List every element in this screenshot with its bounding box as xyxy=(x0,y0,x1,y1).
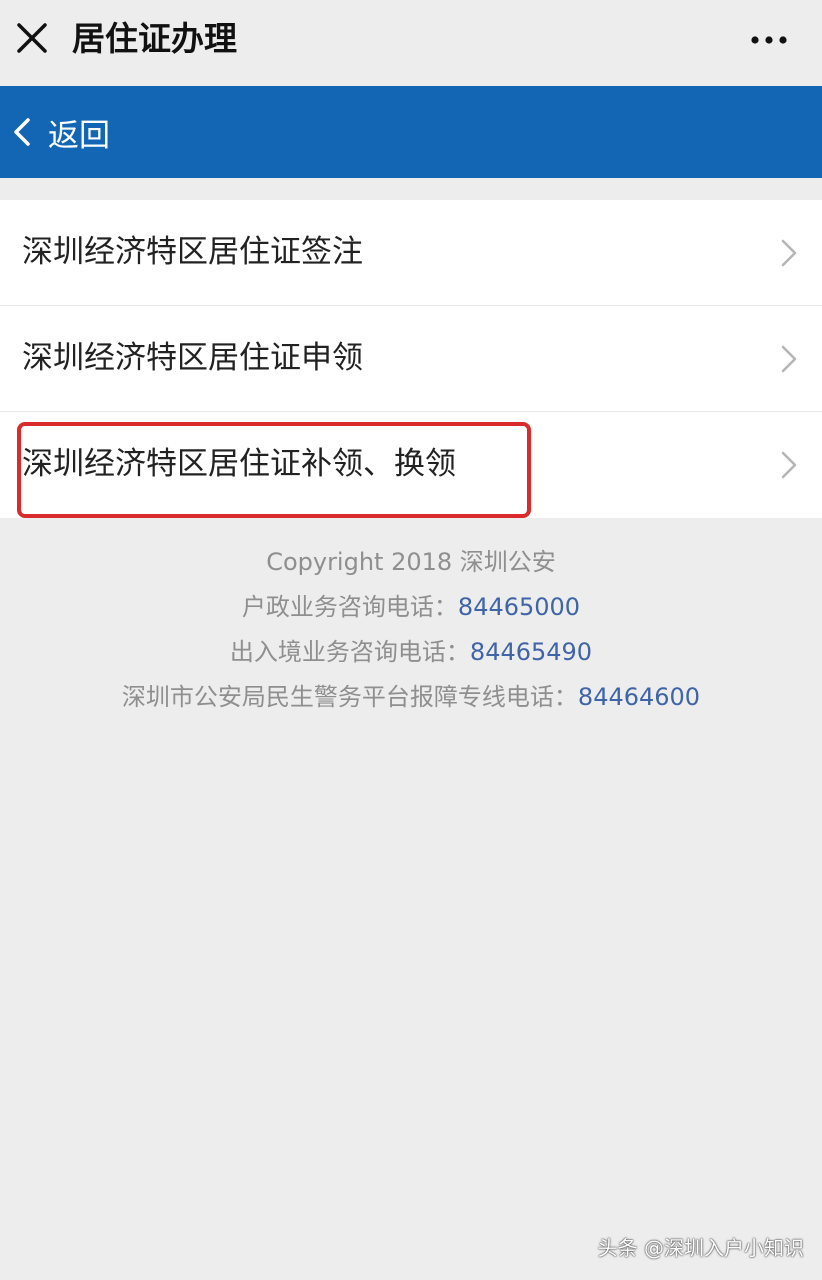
menu-item-application[interactable]: 深圳经济特区居住证申领 xyxy=(0,306,822,412)
nav-bar: 返回 xyxy=(0,86,822,178)
household-phone-label: 户政业务咨询电话： xyxy=(241,593,458,621)
menu-list: 深圳经济特区居住证签注 深圳经济特区居住证申领 深圳经济特区居住证补领、换领 xyxy=(0,200,822,518)
menu-item-label: 深圳经济特区居住证补领、换领 xyxy=(22,446,456,482)
page-title: 居住证办理 xyxy=(72,19,237,58)
support-phone-label: 深圳市公安局民生警务平台报障专线电话： xyxy=(121,683,578,711)
more-icon xyxy=(751,36,787,44)
exit-entry-phone-line: 出入境业务咨询电话：84465490 xyxy=(0,630,822,675)
chevron-right-icon xyxy=(778,450,800,480)
back-label: 返回 xyxy=(48,117,110,154)
household-phone-line: 户政业务咨询电话：84465000 xyxy=(0,585,822,630)
household-phone-link[interactable]: 84465000 xyxy=(458,593,580,621)
exit-entry-phone-label: 出入境业务咨询电话： xyxy=(229,638,470,666)
title-bar: 居住证办理 xyxy=(0,0,822,84)
back-button[interactable]: 返回 xyxy=(10,106,110,158)
close-icon xyxy=(17,23,47,53)
chevron-right-icon xyxy=(778,238,800,268)
menu-item-label: 深圳经济特区居住证签注 xyxy=(22,234,363,270)
menu-item-label: 深圳经济特区居住证申领 xyxy=(22,340,363,376)
more-button[interactable] xyxy=(744,20,794,60)
menu-item-reissue-renewal[interactable]: 深圳经济特区居住证补领、换领 xyxy=(0,412,822,518)
footer: Copyright 2018 深圳公安 户政业务咨询电话：84465000 出入… xyxy=(0,540,822,720)
chevron-left-icon xyxy=(14,118,30,146)
support-phone-line: 深圳市公安局民生警务平台报障专线电话：84464600 xyxy=(0,675,822,720)
close-button[interactable] xyxy=(10,16,54,60)
support-phone-link[interactable]: 84464600 xyxy=(578,683,700,711)
copyright-text: Copyright 2018 深圳公安 xyxy=(266,548,556,576)
exit-entry-phone-link[interactable]: 84465490 xyxy=(470,638,592,666)
chevron-right-icon xyxy=(778,344,800,374)
menu-item-endorsement[interactable]: 深圳经济特区居住证签注 xyxy=(0,200,822,306)
watermark: 头条 @深圳入户小知识 xyxy=(597,1236,804,1260)
